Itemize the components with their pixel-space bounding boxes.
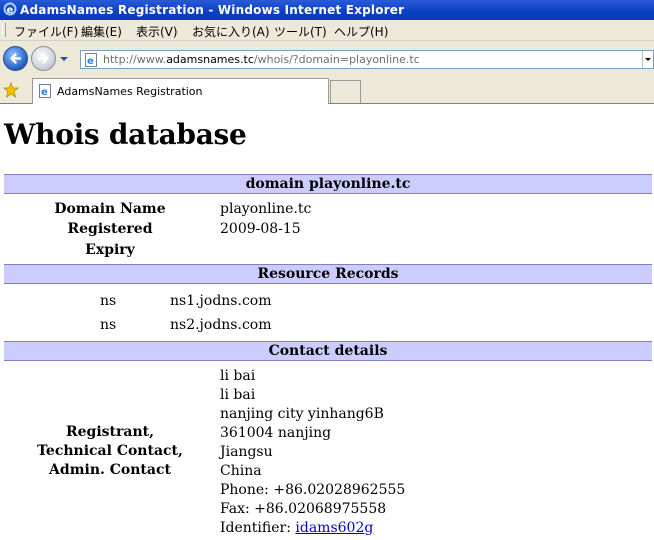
new-tab-button[interactable]: [330, 80, 361, 103]
back-button[interactable]: [3, 46, 28, 71]
contact-line: li bai: [220, 368, 256, 384]
tab-bar: e AdamsNames Registration: [0, 77, 654, 104]
favorites-star-icon[interactable]: [3, 82, 19, 98]
section-header-contact: Contact details: [4, 341, 652, 361]
menu-bar: ファイル(F) 編集(E) 表示(V) お気に入り(A) ツール(T) ヘルプ(…: [0, 20, 654, 41]
page-icon: e: [85, 53, 97, 67]
domain-name-value: playonline.tc: [220, 201, 312, 217]
address-dropdown-button[interactable]: [642, 51, 653, 68]
contact-line: li bai: [220, 387, 256, 403]
menu-tools[interactable]: ツール(T): [274, 23, 327, 40]
contact-phone: Phone: +86.02028962555: [220, 482, 406, 498]
toolbar-grip: [2, 23, 6, 37]
section-header-domain: domain playonline.tc: [4, 174, 652, 194]
page-content: Whois database domain playonline.tc Doma…: [0, 104, 654, 540]
forward-button[interactable]: [31, 46, 56, 71]
contact-role-label: Registrant,: [66, 424, 154, 440]
menu-view[interactable]: 表示(V): [136, 23, 178, 40]
record-type: ns: [100, 293, 117, 309]
arrow-left-icon: [10, 53, 22, 64]
contact-line: China: [220, 463, 262, 479]
svg-text:e: e: [7, 5, 14, 16]
internet-explorer-icon: e: [3, 2, 17, 16]
section-header-records: Resource Records: [4, 264, 652, 284]
record-value: ns1.jodns.com: [170, 293, 272, 309]
menu-file[interactable]: ファイル(F): [14, 23, 78, 40]
history-dropdown-icon[interactable]: [59, 55, 69, 63]
tab-adamsnames[interactable]: e AdamsNames Registration: [32, 78, 329, 104]
expiry-value: 2009-08-15: [220, 221, 301, 237]
svg-text:e: e: [87, 56, 94, 67]
contact-line: Jiangsu: [220, 444, 273, 460]
page-title: Whois database: [4, 118, 247, 151]
arrow-right-icon: [37, 53, 49, 64]
chevron-down-icon: [645, 58, 651, 61]
contact-role-label: Admin. Contact: [49, 462, 171, 478]
contact-role-label: Technical Contact,: [37, 443, 183, 459]
record-value: ns2.jodns.com: [170, 317, 272, 333]
identifier-link[interactable]: idams602g: [295, 520, 373, 536]
window-title-bar: e AdamsNames Registration - Windows Inte…: [0, 0, 654, 20]
identifier-label: Identifier:: [220, 520, 291, 536]
contact-line: nanjing city yinhang6B: [220, 406, 384, 422]
menu-edit[interactable]: 編集(E): [81, 23, 122, 40]
navigation-bar: e http://www.adamsnames.tc/whois/?domain…: [0, 41, 654, 77]
window-title: AdamsNames Registration - Windows Intern…: [20, 3, 405, 17]
address-url[interactable]: http://www.adamsnames.tc/whois/?domain=p…: [103, 53, 420, 66]
page-icon: e: [39, 84, 51, 98]
menu-favorites[interactable]: お気に入り(A): [192, 23, 270, 40]
menu-help[interactable]: ヘルプ(H): [334, 23, 388, 40]
registered-expiry-label-line1: Registered: [67, 221, 153, 237]
record-type: ns: [100, 317, 117, 333]
svg-text:e: e: [41, 87, 48, 98]
contact-line: 361004 nanjing: [220, 425, 332, 441]
registered-expiry-label-line2: Expiry: [85, 242, 135, 258]
contact-identifier: Identifier: idams602g: [220, 520, 373, 536]
tab-label: AdamsNames Registration: [57, 85, 203, 98]
contact-fax: Fax: +86.02068975558: [220, 501, 387, 517]
address-bar[interactable]: e http://www.adamsnames.tc/whois/?domain…: [80, 50, 654, 69]
domain-name-label: Domain Name: [54, 201, 166, 217]
